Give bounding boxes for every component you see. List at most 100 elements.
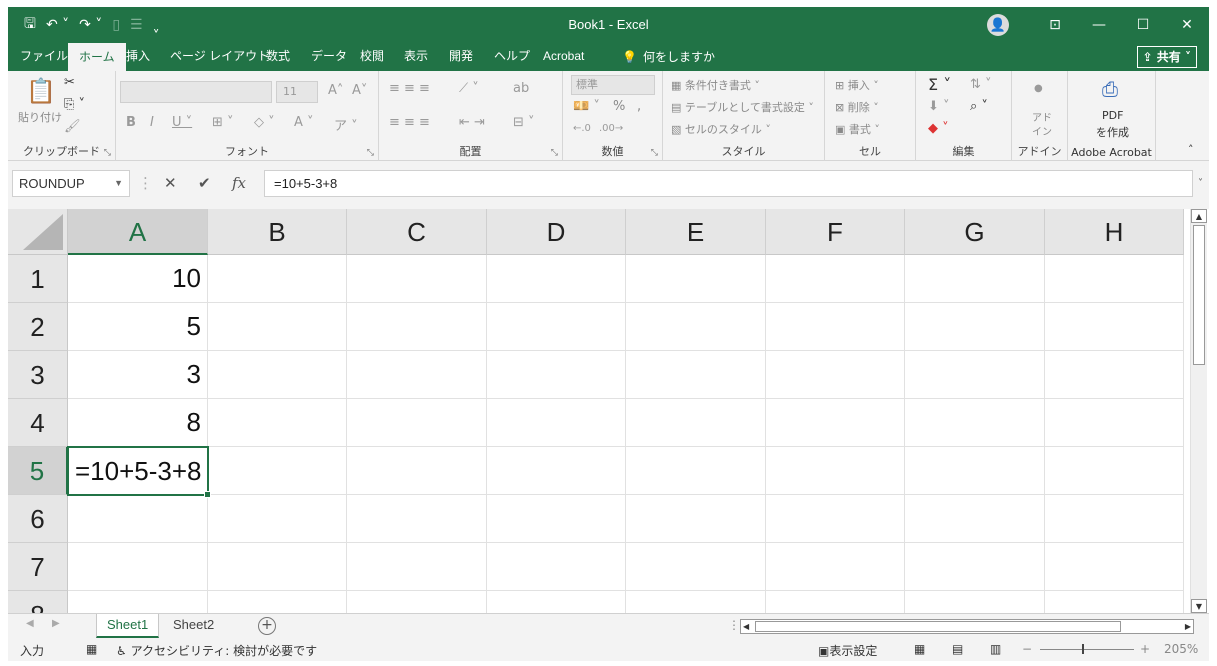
- pdf-icon[interactable]: ⎙: [1102, 77, 1118, 101]
- tab-insert[interactable]: 挿入: [126, 43, 150, 71]
- row-header-7[interactable]: 7: [8, 543, 68, 591]
- delete-cells-button[interactable]: ⊠ 削除 ˅: [835, 99, 879, 115]
- number-format-field[interactable]: 標準: [571, 75, 655, 95]
- cell-h7[interactable]: [1045, 543, 1184, 591]
- cell-b8[interactable]: [208, 591, 347, 613]
- cell-b4[interactable]: [208, 399, 347, 447]
- row-header-3[interactable]: 3: [8, 351, 68, 399]
- sort-filter-icon[interactable]: ⇅ ˅: [970, 77, 992, 92]
- scroll-down-icon[interactable]: ▼: [1191, 599, 1207, 613]
- cell-a5-active[interactable]: =10+5-3+8: [67, 446, 211, 498]
- macro-record-icon[interactable]: ▦: [86, 642, 97, 656]
- tab-page-layout[interactable]: ページ レイアウト: [170, 43, 269, 71]
- share-button[interactable]: ⇪ 共有 ˅: [1136, 46, 1197, 68]
- column-header-d[interactable]: D: [487, 209, 626, 255]
- cell-f4[interactable]: [766, 399, 905, 447]
- cell-b6[interactable]: [208, 495, 347, 543]
- cell-f5[interactable]: [766, 447, 905, 495]
- font-name-field[interactable]: [120, 81, 272, 103]
- tab-acrobat[interactable]: Acrobat: [543, 43, 584, 71]
- row-header-1[interactable]: 1: [8, 255, 68, 303]
- addins-button-line2[interactable]: イン: [1032, 123, 1052, 138]
- cancel-icon[interactable]: ✕: [164, 170, 177, 197]
- cell-c2[interactable]: [347, 303, 487, 351]
- cell-c6[interactable]: [347, 495, 487, 543]
- align-left-icon[interactable]: ≡ ≡ ≡: [389, 115, 430, 130]
- cell-b7[interactable]: [208, 543, 347, 591]
- vertical-scrollbar[interactable]: ▲ ▼: [1190, 209, 1207, 613]
- cell-a7[interactable]: [68, 543, 208, 591]
- cell-g7[interactable]: [905, 543, 1045, 591]
- underline-icon[interactable]: U ˅: [172, 115, 192, 130]
- column-header-h[interactable]: H: [1045, 209, 1184, 255]
- cell-d7[interactable]: [487, 543, 626, 591]
- cell-f8[interactable]: [766, 591, 905, 613]
- font-color-icon[interactable]: A ˅: [294, 115, 314, 130]
- tab-file[interactable]: ファイル: [20, 43, 68, 71]
- column-header-b[interactable]: B: [208, 209, 347, 255]
- tab-split-handle[interactable]: ⋮: [728, 618, 740, 632]
- insert-function-icon[interactable]: fx: [232, 170, 246, 197]
- cell-a6[interactable]: [68, 495, 208, 543]
- cell-a8[interactable]: [68, 591, 208, 613]
- indent-icon[interactable]: ⇤ ⇥: [459, 115, 485, 130]
- cell-h8[interactable]: [1045, 591, 1184, 613]
- sheet-tab-sheet2[interactable]: Sheet2: [163, 614, 224, 638]
- increase-decimal-icon[interactable]: ←.0: [573, 123, 591, 134]
- addins-icon[interactable]: ●: [1034, 83, 1043, 94]
- dialog-launcher-icon[interactable]: ⤡: [104, 148, 111, 158]
- cell-h6[interactable]: [1045, 495, 1184, 543]
- horizontal-scroll-thumb[interactable]: [755, 621, 1121, 632]
- cell-a4[interactable]: 8: [68, 399, 208, 447]
- cell-c5[interactable]: [347, 447, 487, 495]
- cell-a1[interactable]: 10: [68, 255, 208, 303]
- cell-d1[interactable]: [487, 255, 626, 303]
- collapse-ribbon-icon[interactable]: ˄: [1188, 143, 1194, 156]
- ribbon-display-options-icon[interactable]: ⊡: [1033, 7, 1077, 43]
- cell-b3[interactable]: [208, 351, 347, 399]
- comma-style-icon[interactable]: ,: [637, 99, 641, 114]
- fill-handle[interactable]: [204, 491, 211, 498]
- column-header-f[interactable]: F: [766, 209, 905, 255]
- cell-e8[interactable]: [626, 591, 766, 613]
- format-as-table-button[interactable]: ▤ テーブルとして書式設定 ˅: [671, 99, 814, 115]
- italic-icon[interactable]: I: [150, 115, 154, 130]
- cell-b5[interactable]: [208, 447, 347, 495]
- cell-g1[interactable]: [905, 255, 1045, 303]
- cell-e6[interactable]: [626, 495, 766, 543]
- maximize-icon[interactable]: ☐: [1121, 7, 1165, 43]
- horizontal-scrollbar[interactable]: ◀ ▶: [740, 619, 1194, 634]
- percent-style-icon[interactable]: %: [613, 99, 625, 114]
- dialog-launcher-icon[interactable]: ⤡: [551, 148, 558, 158]
- conditional-formatting-button[interactable]: ▦ 条件付き書式 ˅: [671, 77, 760, 93]
- cell-e2[interactable]: [626, 303, 766, 351]
- cell-a2[interactable]: 5: [68, 303, 208, 351]
- previous-sheet-icon[interactable]: ◀: [26, 618, 34, 629]
- name-box[interactable]: ROUNDUP ▼: [12, 170, 130, 197]
- page-layout-view-icon[interactable]: ▤: [952, 642, 963, 656]
- column-header-a[interactable]: A: [68, 209, 208, 255]
- scroll-right-icon[interactable]: ▶: [1185, 620, 1191, 633]
- add-sheet-icon[interactable]: +: [258, 617, 276, 635]
- zoom-in-icon[interactable]: +: [1140, 642, 1150, 656]
- zoom-level[interactable]: 205%: [1164, 642, 1198, 656]
- cell-f2[interactable]: [766, 303, 905, 351]
- formula-input[interactable]: =10+5-3+8: [264, 170, 1193, 197]
- cell-e5[interactable]: [626, 447, 766, 495]
- dialog-launcher-icon[interactable]: ⤡: [651, 148, 658, 158]
- column-header-g[interactable]: G: [905, 209, 1045, 255]
- cell-f3[interactable]: [766, 351, 905, 399]
- cell-f6[interactable]: [766, 495, 905, 543]
- next-sheet-icon[interactable]: ▶: [52, 618, 60, 629]
- bold-icon[interactable]: B: [126, 115, 136, 130]
- cell-d4[interactable]: [487, 399, 626, 447]
- shrink-font-icon[interactable]: A˅: [352, 83, 367, 98]
- accounting-format-icon[interactable]: 💴 ˅: [573, 99, 600, 114]
- cell-e3[interactable]: [626, 351, 766, 399]
- account-avatar[interactable]: 👤: [987, 14, 1009, 36]
- cell-g3[interactable]: [905, 351, 1045, 399]
- normal-view-icon[interactable]: ▦: [914, 642, 925, 656]
- tab-review[interactable]: 校閲: [360, 43, 384, 71]
- cell-g2[interactable]: [905, 303, 1045, 351]
- paste-label[interactable]: 貼り付け: [18, 109, 62, 125]
